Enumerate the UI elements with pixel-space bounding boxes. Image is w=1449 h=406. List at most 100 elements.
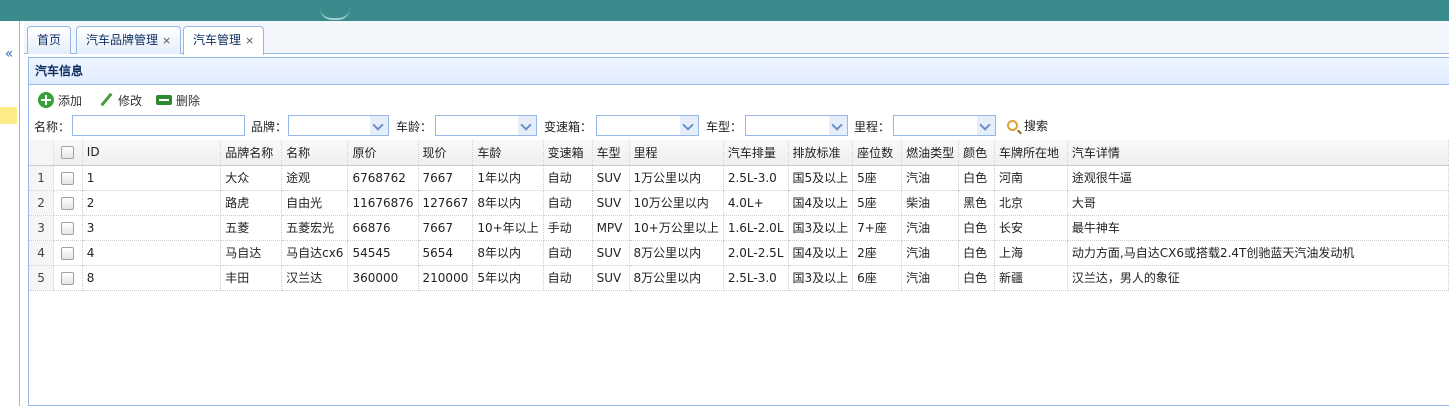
table-row[interactable]: 3 3 五菱 五菱宏光 66876 7667 10+年以上 手动 MPV 10+万公里以上 1.6L… xyxy=(29,215,1449,241)
column-header[interactable]: 排放标准 xyxy=(788,140,854,166)
search-button[interactable]: 搜索 xyxy=(1007,117,1048,134)
column-header[interactable]: 车龄 xyxy=(472,140,544,166)
column-header[interactable]: 车牌所在地 xyxy=(994,140,1068,166)
row-select-cell xyxy=(53,265,83,291)
column-header[interactable]: 里程 xyxy=(629,140,724,166)
table-cell: 丰田 xyxy=(220,265,283,291)
tab-car-brand-management[interactable]: 汽车品牌管理 × xyxy=(76,26,182,54)
row-number: 5 xyxy=(29,265,55,291)
search-bar: 名称： 品牌： 车龄： 变速箱： 车型： 里程： 搜索 xyxy=(29,114,1449,138)
row-checkbox[interactable] xyxy=(61,196,75,210)
sidebar: « xyxy=(0,21,20,406)
row-select-cell xyxy=(53,190,83,216)
table-cell: 5座 xyxy=(852,190,903,216)
row-number-header xyxy=(29,140,55,166)
table-cell: 白色 xyxy=(958,165,995,191)
table-cell: 210000 xyxy=(418,265,474,291)
table-cell: 路虎 xyxy=(220,190,283,216)
close-icon[interactable]: × xyxy=(162,34,171,47)
chevron-down-icon[interactable] xyxy=(518,116,536,135)
add-icon xyxy=(38,92,54,108)
row-checkbox[interactable] xyxy=(61,246,75,260)
column-header[interactable]: 颜色 xyxy=(958,140,995,166)
table-cell: 河南 xyxy=(994,165,1068,191)
mileage-select[interactable] xyxy=(893,115,996,136)
delete-button[interactable]: 删除 xyxy=(156,91,200,111)
column-header[interactable]: 变速箱 xyxy=(543,140,593,166)
column-header[interactable]: 汽车排量 xyxy=(723,140,789,166)
panel-title: 汽车信息 xyxy=(29,58,1449,85)
tab-car-management[interactable]: 汽车管理 × xyxy=(183,26,265,55)
chevron-down-icon[interactable] xyxy=(680,116,698,135)
column-header[interactable]: ID xyxy=(82,140,222,166)
column-header[interactable]: 现价 xyxy=(418,140,474,166)
edit-button[interactable]: 修改 xyxy=(98,91,142,111)
tab-home[interactable]: 首页 xyxy=(27,26,72,54)
close-icon[interactable]: × xyxy=(245,34,254,47)
tab-label: 首页 xyxy=(37,33,62,47)
table-cell: 柴油 xyxy=(901,190,960,216)
brand-select[interactable] xyxy=(288,115,389,136)
select-all-checkbox[interactable] xyxy=(61,146,75,160)
table-cell: 4.0L+ xyxy=(723,190,789,216)
age-select[interactable] xyxy=(435,115,537,136)
column-header[interactable]: 座位数 xyxy=(852,140,903,166)
table-cell: 10万公里以内 xyxy=(629,190,724,216)
row-checkbox[interactable] xyxy=(61,171,75,185)
type-select[interactable] xyxy=(745,115,848,136)
column-header[interactable]: 汽车详情 xyxy=(1067,140,1449,166)
search-button-label: 搜索 xyxy=(1024,119,1049,133)
row-checkbox[interactable] xyxy=(61,271,75,285)
table-cell: SUV xyxy=(592,265,630,291)
table-cell: 大众 xyxy=(220,165,283,191)
row-number: 3 xyxy=(29,215,55,241)
table-cell: 5年以内 xyxy=(472,265,544,291)
table-row[interactable]: 5 8 丰田 汉兰达 360000 210000 5年以内 自动 SUV 8万公里以内 2.5L-3… xyxy=(29,265,1449,291)
brand-label: 品牌： xyxy=(251,120,288,134)
table-cell: 汉兰达，男人的象征 xyxy=(1067,265,1449,291)
table-cell: 6768762 xyxy=(347,165,419,191)
table-cell: 11676876 xyxy=(347,190,419,216)
delete-icon xyxy=(156,95,172,105)
column-header[interactable]: 名称 xyxy=(281,140,349,166)
table-cell: 2.0L-2.5L xyxy=(723,240,789,266)
table-cell: 8年以内 xyxy=(472,240,544,266)
name-input[interactable] xyxy=(72,115,245,136)
table-cell: 8万公里以内 xyxy=(629,265,724,291)
table-cell: 国4及以上 xyxy=(788,240,854,266)
sidebar-collapse-icon[interactable]: « xyxy=(0,45,18,63)
table-row[interactable]: 1 1 大众 途观 6768762 7667 1年以内 自动 SUV 1万公里以内 2.5L-3.0… xyxy=(29,165,1449,191)
row-checkbox[interactable] xyxy=(61,221,75,235)
column-header[interactable]: 车型 xyxy=(592,140,630,166)
table-cell: 54545 xyxy=(347,240,419,266)
header-decoration xyxy=(320,8,350,20)
chevron-down-icon[interactable] xyxy=(370,116,388,135)
edit-icon xyxy=(98,92,114,108)
column-header[interactable]: 品牌名称 xyxy=(220,140,283,166)
table-cell: 127667 xyxy=(418,190,474,216)
column-header[interactable]: 原价 xyxy=(347,140,419,166)
table-cell: 2.5L-3.0 xyxy=(723,165,789,191)
add-button[interactable]: 添加 xyxy=(38,91,82,111)
table-cell: 汽油 xyxy=(901,165,960,191)
table-cell: 360000 xyxy=(347,265,419,291)
sidebar-selected-item[interactable] xyxy=(0,107,17,124)
row-number: 1 xyxy=(29,165,55,191)
row-select-cell xyxy=(53,215,83,241)
table-cell: SUV xyxy=(592,240,630,266)
table-row[interactable]: 4 4 马自达 马自达cx6 54545 5654 8年以内 自动 SUV 8万公里以内 2.0L-… xyxy=(29,240,1449,266)
table-row[interactable]: 2 2 路虎 自由光 11676876 127667 8年以内 自动 SUV 10万公里以内 4.0… xyxy=(29,190,1449,216)
chevron-down-icon[interactable] xyxy=(977,116,995,135)
table-cell: 7+座 xyxy=(852,215,903,241)
table-cell: 7667 xyxy=(418,165,474,191)
table-cell: 最牛神车 xyxy=(1067,215,1449,241)
gearbox-select[interactable] xyxy=(596,115,699,136)
car-info-panel: 汽车信息 添加 修改 删除 名称： 品牌： 车龄： 变速箱： 车型： 里程： 搜… xyxy=(28,57,1449,406)
table-cell: 自动 xyxy=(543,165,593,191)
chevron-down-icon[interactable] xyxy=(829,116,847,135)
tab-label: 汽车管理 xyxy=(193,33,242,47)
column-header[interactable]: 燃油类型 xyxy=(901,140,960,166)
delete-label: 删除 xyxy=(176,94,201,108)
table-cell: 7667 xyxy=(418,215,474,241)
app-header xyxy=(0,0,1449,21)
